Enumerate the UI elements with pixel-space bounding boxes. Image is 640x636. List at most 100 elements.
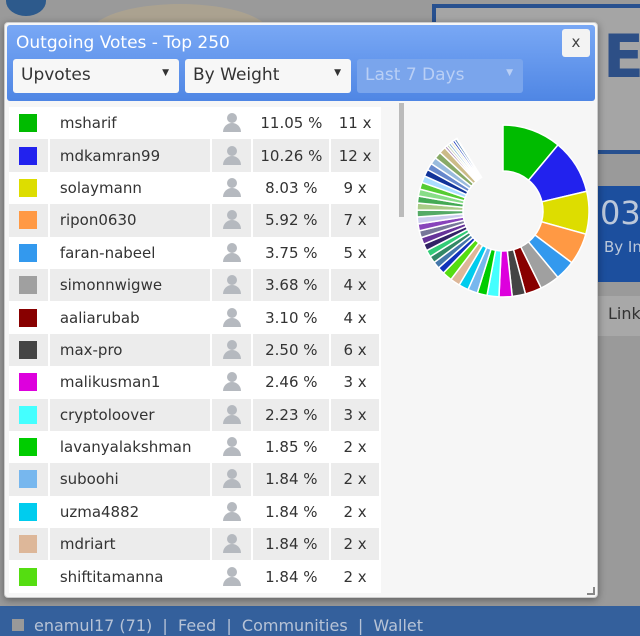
home-icon[interactable]	[6, 0, 46, 16]
table-row: mdriart 1.84 % 2 x	[9, 528, 381, 561]
voter-name-link[interactable]: shiftitamanna	[48, 560, 212, 593]
vote-percent: 3.10 %	[252, 301, 332, 334]
scrollbar[interactable]	[399, 103, 404, 217]
voter-name-link[interactable]: malikusman1	[48, 366, 212, 399]
color-cell	[9, 139, 50, 172]
table-row: solaymann 8.03 % 9 x	[9, 171, 381, 205]
color-cell	[9, 430, 50, 464]
caret-down-icon: ▼	[334, 68, 341, 78]
color-swatch	[19, 178, 38, 197]
color-swatch	[19, 340, 38, 359]
color-swatch	[19, 276, 38, 295]
profile-cell	[210, 463, 254, 496]
stat-number: 03	[600, 194, 640, 232]
user-icon[interactable]	[222, 339, 241, 360]
user-icon[interactable]	[222, 566, 241, 587]
nav-wallet[interactable]: Wallet	[373, 616, 423, 635]
color-cell	[9, 236, 50, 269]
voter-name-link[interactable]: faran-nabeel	[48, 236, 212, 269]
voter-name-link[interactable]: lavanyalakshman	[48, 430, 212, 464]
vote-percent: 3.75 %	[252, 236, 332, 269]
vote-percent: 1.84 %	[252, 560, 332, 593]
vote-count: 2 x	[330, 528, 381, 561]
table-row: uzma4882 1.84 % 2 x	[9, 495, 381, 529]
vote-count: 9 x	[330, 171, 381, 205]
user-icon[interactable]	[222, 501, 241, 522]
color-cell	[9, 268, 50, 302]
dialog-header: Outgoing Votes - Top 250 x Upvotes ▼ By W…	[7, 25, 595, 101]
voter-name-link[interactable]: max-pro	[48, 333, 212, 367]
table-row: mdkamran99 10.26 % 12 x	[9, 139, 381, 172]
close-button[interactable]: x	[562, 29, 590, 57]
voter-name-link[interactable]: mdriart	[48, 528, 212, 561]
user-icon[interactable]	[222, 113, 241, 133]
votes-donut-chart	[416, 124, 590, 298]
color-cell	[9, 398, 50, 431]
user-icon[interactable]	[222, 372, 241, 392]
vote-type-select[interactable]: Upvotes ▼	[13, 59, 179, 93]
vote-percent: 1.84 %	[252, 495, 332, 529]
voter-name-link[interactable]: simonnwigwe	[48, 268, 212, 302]
user-icon[interactable]	[222, 145, 241, 166]
vote-percent: 3.68 %	[252, 268, 332, 302]
voter-name-link[interactable]: cryptoloover	[48, 398, 212, 431]
color-cell	[9, 463, 50, 496]
profile-cell	[210, 301, 254, 334]
profile-cell	[210, 430, 254, 464]
color-cell	[9, 333, 50, 367]
vote-count: 2 x	[330, 430, 381, 464]
table-row: cryptoloover 2.23 % 3 x	[9, 398, 381, 431]
vote-percent: 5.92 %	[252, 204, 332, 237]
nav-communities[interactable]: Communities	[242, 616, 348, 635]
table-row: msharif 11.05 % 11 x	[9, 107, 381, 140]
color-swatch	[19, 470, 38, 489]
voter-name-link[interactable]: ripon0630	[48, 204, 212, 237]
voter-name-link[interactable]: uzma4882	[48, 495, 212, 529]
vote-count: 4 x	[330, 268, 381, 302]
user-icon[interactable]	[222, 437, 241, 457]
resize-handle[interactable]	[587, 587, 595, 595]
voter-name-link[interactable]: aaliarubab	[48, 301, 212, 334]
voter-name-link[interactable]: suboohi	[48, 463, 212, 496]
profile-cell	[210, 236, 254, 269]
vote-count: 11 x	[330, 107, 381, 140]
select-value: Upvotes	[21, 65, 91, 85]
color-cell	[9, 301, 50, 334]
color-cell	[9, 107, 50, 140]
user-icon[interactable]	[222, 177, 241, 198]
nav-user[interactable]: enamul17 (71)	[34, 616, 152, 635]
nav-feed[interactable]: Feed	[178, 616, 216, 635]
profile-cell	[210, 398, 254, 431]
caret-down-icon: ▼	[162, 68, 169, 78]
user-icon[interactable]	[222, 242, 241, 263]
user-icon[interactable]	[222, 275, 241, 295]
color-swatch	[19, 567, 38, 586]
vote-percent: 11.05 %	[252, 107, 332, 140]
voter-name-link[interactable]: solaymann	[48, 171, 212, 205]
user-icon[interactable]	[222, 210, 241, 230]
outgoing-votes-dialog: Outgoing Votes - Top 250 x Upvotes ▼ By W…	[4, 22, 598, 598]
vote-percent: 2.46 %	[252, 366, 332, 399]
profile-cell	[210, 560, 254, 593]
dialog-title: Outgoing Votes - Top 250	[16, 33, 230, 53]
profile-cell	[210, 268, 254, 302]
period-select: Last 7 Days ▼	[357, 59, 523, 93]
user-icon[interactable]	[222, 469, 241, 489]
sort-select[interactable]: By Weight ▼	[185, 59, 351, 93]
select-value: Last 7 Days	[365, 65, 465, 85]
voter-name-link[interactable]: mdkamran99	[48, 139, 212, 172]
table-row: malikusman1 2.46 % 3 x	[9, 366, 381, 399]
user-icon[interactable]	[222, 404, 241, 425]
user-icon[interactable]	[222, 307, 241, 328]
profile-cell	[210, 528, 254, 561]
vote-percent: 10.26 %	[252, 139, 332, 172]
table-row: faran-nabeel 3.75 % 5 x	[9, 236, 381, 269]
vote-percent: 8.03 %	[252, 171, 332, 205]
background-stat: 03 By In	[598, 186, 640, 282]
user-icon[interactable]	[222, 534, 241, 554]
vote-percent: 1.84 %	[252, 463, 332, 496]
profile-cell	[210, 366, 254, 399]
background-link-tab[interactable]: Link	[598, 296, 640, 336]
vote-count: 2 x	[330, 495, 381, 529]
voter-name-link[interactable]: msharif	[48, 107, 212, 140]
